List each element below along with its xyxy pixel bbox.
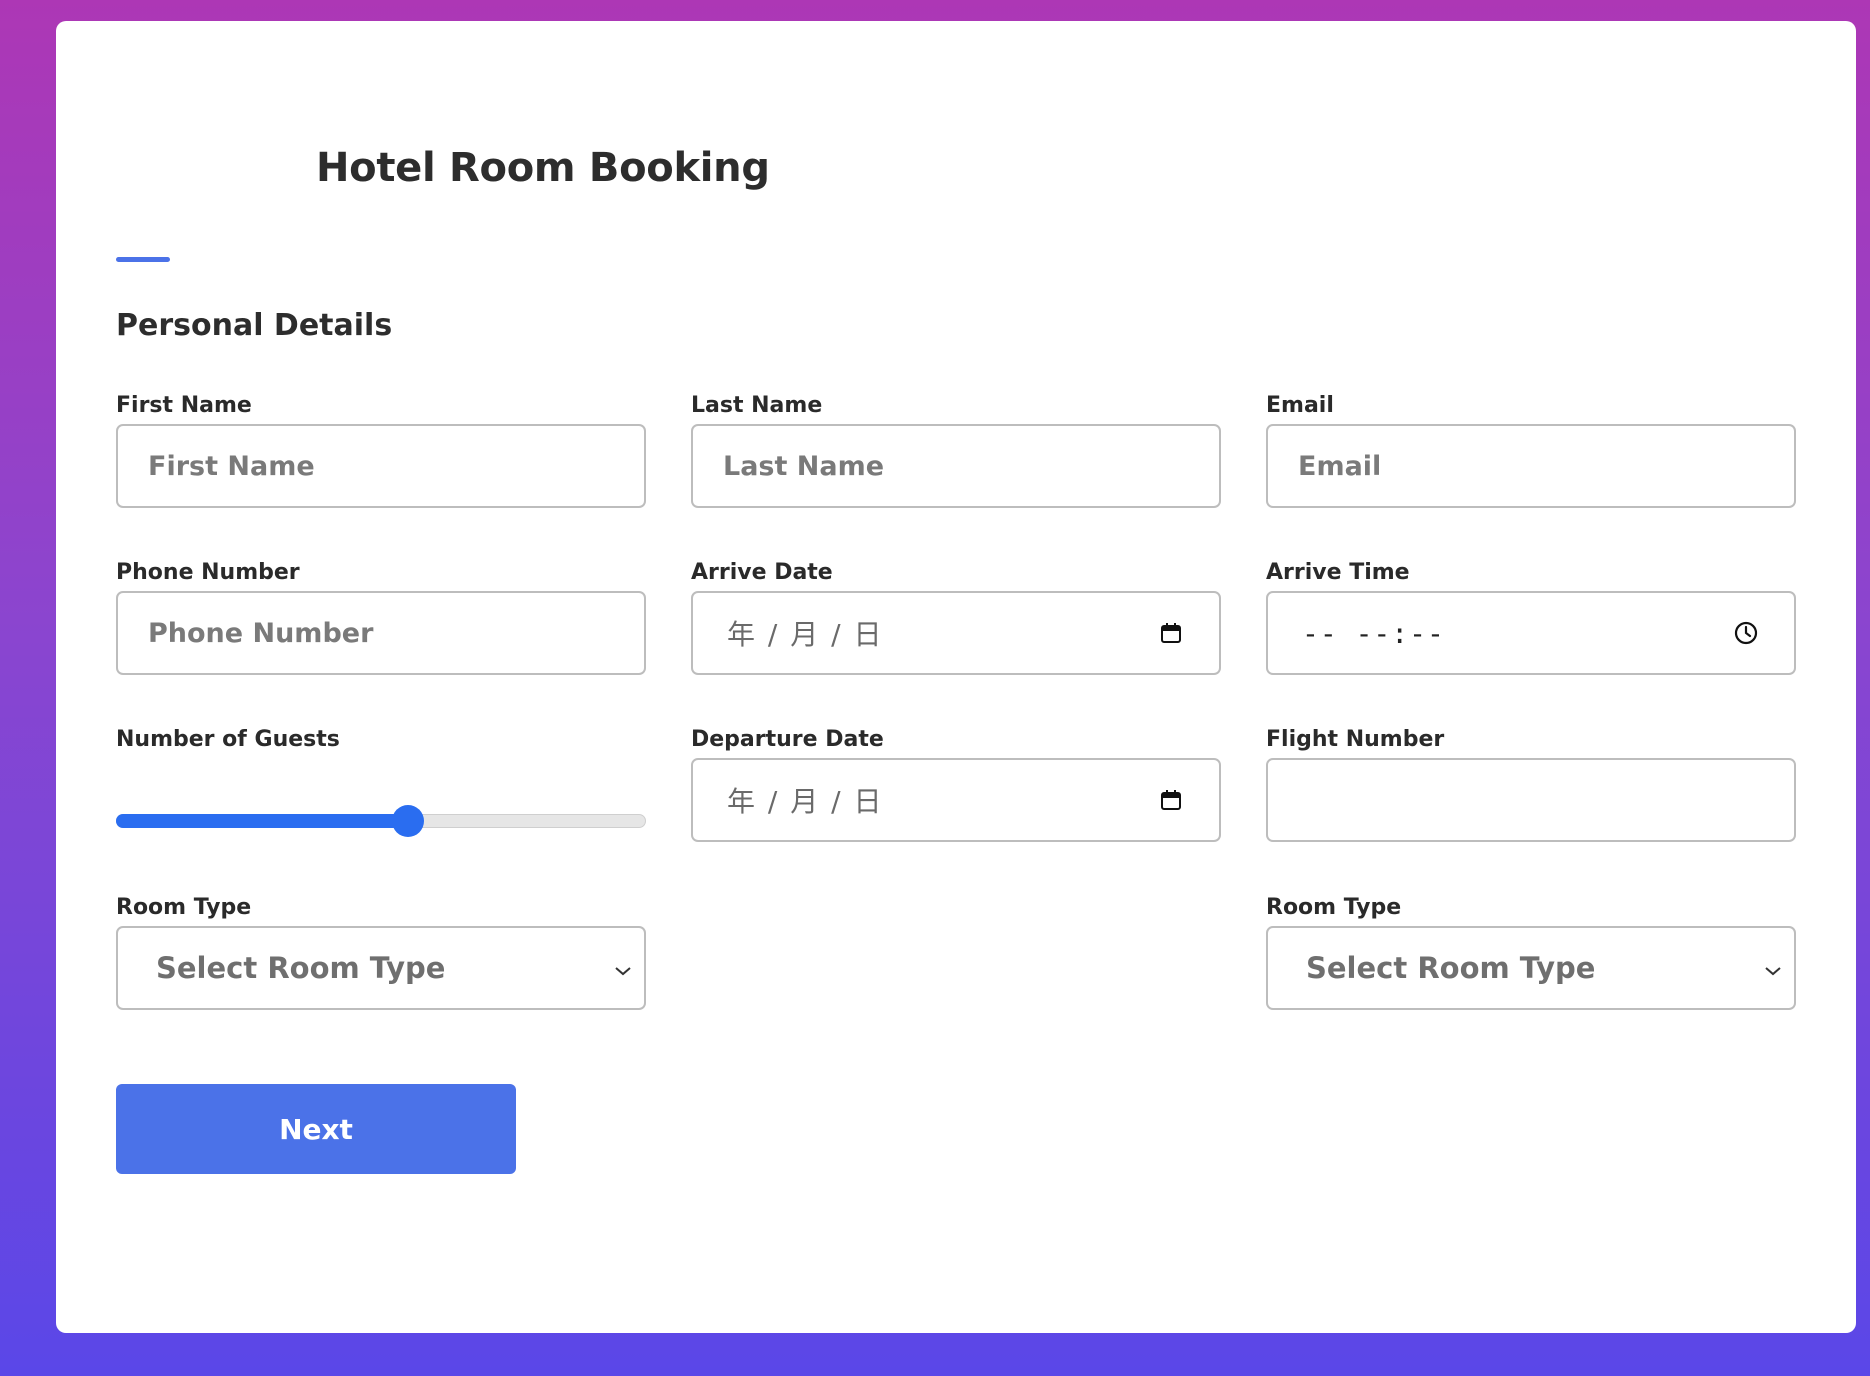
arrive-date-input[interactable]: 年 / 月 / 日 bbox=[691, 591, 1221, 675]
email-label: Email bbox=[1266, 393, 1334, 418]
arrive-time-label: Arrive Time bbox=[1266, 560, 1410, 585]
arrive-time-input[interactable]: -- --:-- bbox=[1266, 591, 1796, 675]
room-type-select-left-value: Select Room Type bbox=[156, 951, 446, 985]
clock-icon[interactable] bbox=[1734, 621, 1758, 645]
title-accent-bar bbox=[116, 257, 170, 262]
phone-number-input[interactable] bbox=[116, 591, 646, 675]
calendar-icon[interactable] bbox=[1159, 621, 1183, 645]
chevron-down-icon bbox=[614, 962, 632, 976]
last-name-input[interactable] bbox=[691, 424, 1221, 508]
slider-thumb[interactable] bbox=[392, 805, 424, 837]
section-title: Personal Details bbox=[116, 308, 393, 343]
first-name-input[interactable] bbox=[116, 424, 646, 508]
email-input[interactable] bbox=[1266, 424, 1796, 508]
flight-number-label: Flight Number bbox=[1266, 727, 1445, 752]
booking-form-card: Hotel Room Booking Personal Details Firs… bbox=[56, 21, 1856, 1333]
departure-date-placeholder: 年 / 月 / 日 bbox=[727, 785, 884, 818]
room-type-label-right: Room Type bbox=[1266, 895, 1402, 920]
room-type-label-left: Room Type bbox=[116, 895, 252, 920]
first-name-label: First Name bbox=[116, 393, 252, 418]
calendar-icon[interactable] bbox=[1159, 788, 1183, 812]
arrive-date-label: Arrive Date bbox=[691, 560, 833, 585]
departure-date-input[interactable]: 年 / 月 / 日 bbox=[691, 758, 1221, 842]
next-button[interactable]: Next bbox=[116, 1084, 516, 1174]
arrive-time-placeholder: -- --:-- bbox=[1302, 616, 1445, 650]
number-of-guests-label: Number of Guests bbox=[116, 727, 340, 752]
phone-number-label: Phone Number bbox=[116, 560, 300, 585]
slider-fill bbox=[116, 814, 408, 828]
last-name-label: Last Name bbox=[691, 393, 823, 418]
guests-slider[interactable] bbox=[116, 799, 646, 843]
flight-number-input[interactable] bbox=[1266, 758, 1796, 842]
room-type-select-left[interactable]: Select Room Type bbox=[116, 926, 646, 1010]
room-type-select-right[interactable]: Select Room Type bbox=[1266, 926, 1796, 1010]
departure-date-label: Departure Date bbox=[691, 727, 884, 752]
page-title: Hotel Room Booking bbox=[316, 145, 770, 191]
room-type-select-right-value: Select Room Type bbox=[1306, 951, 1596, 985]
arrive-date-placeholder: 年 / 月 / 日 bbox=[727, 618, 884, 651]
chevron-down-icon bbox=[1764, 962, 1782, 976]
